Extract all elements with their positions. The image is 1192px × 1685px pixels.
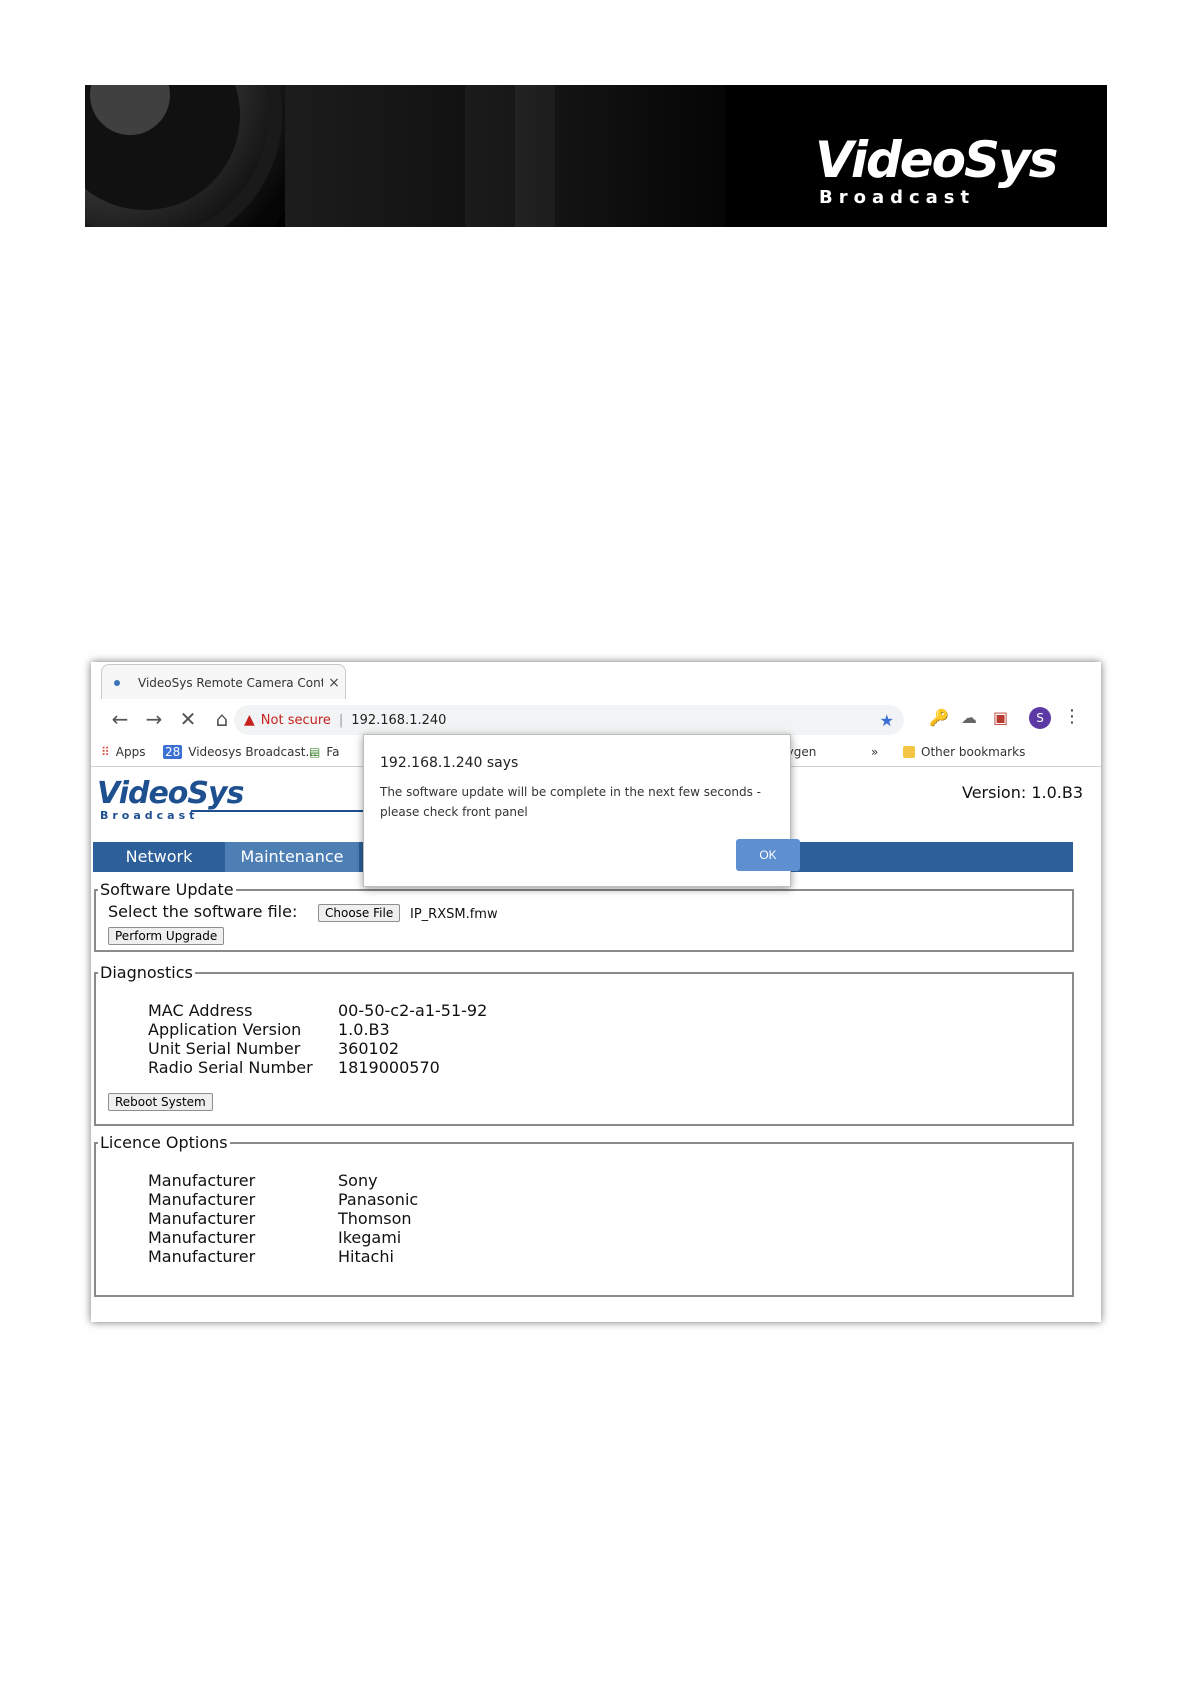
selected-file-name: IP_RXSM.fmw	[410, 907, 498, 922]
diag-label: Application Version	[148, 1020, 302, 1039]
diag-value: 00-50-c2-a1-51-92	[338, 1001, 488, 1020]
nav-maintenance[interactable]: Maintenance	[225, 842, 359, 872]
reboot-system-button[interactable]: Reboot System	[108, 1093, 213, 1111]
back-icon[interactable]: ←	[103, 707, 137, 731]
ok-button[interactable]: OK	[736, 839, 800, 871]
nav-network[interactable]: Network	[93, 842, 225, 872]
dialog-message: The software update will be complete in …	[380, 785, 761, 819]
videosys-logo: VideoSys Broadcast	[815, 135, 1077, 208]
not-secure-label[interactable]: Not secure	[261, 713, 331, 728]
folder-icon	[903, 746, 915, 758]
bookmark-label: Apps	[115, 745, 146, 759]
diag-value: 360102	[338, 1039, 400, 1058]
forward-icon[interactable]: →	[137, 707, 171, 731]
licence-label: Manufacturer	[148, 1247, 256, 1266]
perform-upgrade-button[interactable]: Perform Upgrade	[108, 927, 225, 945]
bookmark-star-icon[interactable]: ★	[880, 711, 894, 730]
calendar-icon: 28	[163, 745, 183, 759]
profile-avatar[interactable]: S	[1029, 707, 1051, 729]
image-icon: ▤	[309, 745, 321, 759]
page-logo-wordmark: VideoSys	[97, 776, 244, 811]
url-text[interactable]: 192.168.1.240	[351, 713, 446, 728]
tab-title: VideoSys Remote Camera Contro	[138, 675, 323, 690]
bookmark-label: Other bookmarks	[921, 745, 1026, 759]
logo-subtitle: Broadcast	[819, 187, 976, 208]
tab-strip: VideoSys Remote Camera Contro ×	[91, 662, 1101, 700]
licence-value: Hitachi	[338, 1247, 394, 1266]
licence-value: Thomson	[338, 1209, 412, 1228]
apps-grid-icon: ⠿	[101, 745, 110, 759]
bookmark-label: Fa	[326, 745, 340, 759]
browser-window: VideoSys Remote Camera Contro × ← → ✕ ⌂ …	[91, 662, 1101, 1322]
bookmark-fa[interactable]: ▤ Fa	[309, 745, 340, 759]
diag-value: 1819000570	[338, 1058, 440, 1077]
diagnostics-legend: Diagnostics	[100, 963, 193, 982]
header-banner: VideoSys Broadcast	[85, 85, 1107, 227]
browser-toolbar: ← → ✕ ⌂ ▲ Not secure | 192.168.1.240 ★ 🔑…	[91, 699, 1101, 739]
browser-menu-icon[interactable]: ⋮	[1063, 706, 1081, 727]
bookmark-videosys[interactable]: 28 Videosys Broadcast...	[163, 745, 317, 759]
choose-file-button[interactable]: Choose File	[318, 904, 401, 922]
stop-icon[interactable]: ✕	[171, 707, 205, 731]
overflow-chevron-icon: »	[871, 745, 879, 759]
licence-label: Manufacturer	[148, 1171, 256, 1190]
licence-value: Panasonic	[338, 1190, 419, 1209]
dialog-title: 192.168.1.240 says	[380, 755, 519, 771]
cloud-extension-icon[interactable]: ☁	[961, 708, 977, 727]
page-logo: VideoSys Broadcast	[97, 776, 244, 823]
bookmark-label: Videosys Broadcast...	[188, 745, 317, 759]
warning-icon: ▲	[244, 712, 255, 728]
browser-tab[interactable]: VideoSys Remote Camera Contro ×	[101, 664, 346, 700]
licence-label: Manufacturer	[148, 1209, 256, 1228]
bookmark-apps[interactable]: ⠿ Apps	[101, 745, 146, 759]
bookmarks-overflow[interactable]: »	[871, 745, 878, 759]
version-label: Version: 1.0.B3	[962, 783, 1083, 802]
alert-dialog: 192.168.1.240 says The software update w…	[363, 734, 800, 887]
diag-label: Radio Serial Number	[148, 1058, 313, 1077]
address-divider: |	[338, 712, 344, 728]
address-bar[interactable]: ▲ Not secure | 192.168.1.240 ★	[234, 705, 904, 735]
key-extension-icon[interactable]: 🔑	[929, 708, 949, 727]
licence-label: Manufacturer	[148, 1228, 256, 1247]
software-update-legend: Software Update	[100, 880, 234, 899]
diag-label: MAC Address	[148, 1001, 253, 1020]
bookmark-other[interactable]: Other bookmarks	[903, 745, 1025, 759]
pdf-extension-icon[interactable]: ▣	[993, 708, 1008, 727]
diag-label: Unit Serial Number	[148, 1039, 301, 1058]
licence-options-legend: Licence Options	[100, 1133, 228, 1152]
logo-wordmark: VideoSys	[815, 131, 1058, 189]
select-file-label: Select the software file:	[108, 902, 298, 921]
loading-icon	[114, 679, 120, 686]
licence-label: Manufacturer	[148, 1190, 256, 1209]
licence-value: Ikegami	[338, 1228, 402, 1247]
close-tab-icon[interactable]: ×	[323, 675, 345, 691]
diag-value: 1.0.B3	[338, 1020, 390, 1039]
licence-value: Sony	[338, 1171, 378, 1190]
